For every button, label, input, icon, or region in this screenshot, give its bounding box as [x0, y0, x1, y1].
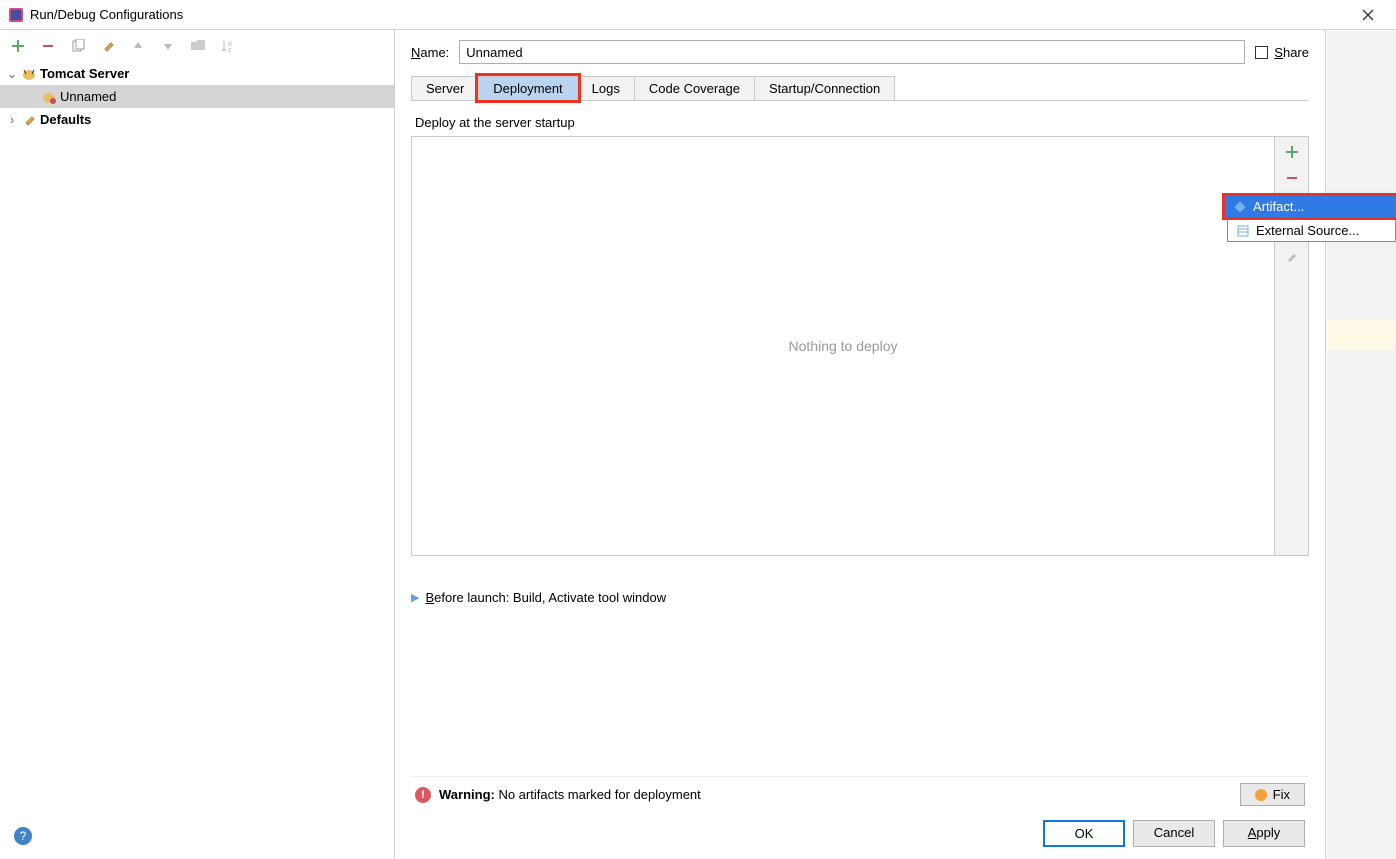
- move-up-button[interactable]: [126, 34, 150, 58]
- tab-server[interactable]: Server: [411, 76, 479, 100]
- right-pane: Name: Share Server Deployment Logs Code …: [395, 30, 1325, 859]
- warning-text: Warning: No artifacts marked for deploym…: [439, 787, 701, 802]
- tab-deployment[interactable]: Deployment: [478, 76, 577, 100]
- tomcat-local-icon: [40, 90, 58, 104]
- help-button[interactable]: ?: [14, 827, 32, 845]
- tomcat-icon: [20, 67, 38, 81]
- tab-logs[interactable]: Logs: [577, 76, 635, 100]
- ok-button[interactable]: OK: [1043, 820, 1125, 847]
- checkbox-icon: [1255, 46, 1268, 59]
- deploy-list[interactable]: Nothing to deploy: [411, 136, 1275, 556]
- config-tree[interactable]: ⌄ Tomcat Server Unnamed › Defaults: [0, 62, 394, 859]
- deploy-add-button[interactable]: [1279, 141, 1305, 163]
- tree-tomcat-server[interactable]: ⌄ Tomcat Server: [0, 62, 394, 85]
- titlebar: Run/Debug Configurations: [0, 0, 1396, 30]
- add-deploy-menu: Artifact...: [1224, 195, 1396, 218]
- close-icon[interactable]: [1348, 1, 1388, 29]
- remove-config-button[interactable]: [36, 34, 60, 58]
- deploy-edit-button[interactable]: [1279, 245, 1305, 267]
- before-launch-section[interactable]: ▶ Before launch: Build, Activate tool wi…: [411, 590, 1309, 605]
- tab-code-coverage[interactable]: Code Coverage: [634, 76, 755, 100]
- tree-defaults[interactable]: › Defaults: [0, 108, 394, 131]
- chevron-down-icon: ⌄: [4, 66, 20, 82]
- wrench-icon: [20, 113, 38, 127]
- window-title: Run/Debug Configurations: [30, 7, 1348, 22]
- menu-artifact[interactable]: Artifact...: [1225, 196, 1395, 217]
- config-tabs: Server Deployment Logs Code Coverage Sta…: [411, 76, 1309, 101]
- name-label: Name:: [411, 45, 449, 60]
- triangle-right-icon: ▶: [411, 591, 419, 604]
- move-down-button[interactable]: [156, 34, 180, 58]
- tab-startup-connection[interactable]: Startup/Connection: [754, 76, 895, 100]
- deploy-empty-text: Nothing to deploy: [789, 338, 898, 354]
- bulb-icon: [1255, 789, 1267, 801]
- fix-button[interactable]: Fix: [1240, 783, 1305, 806]
- name-input[interactable]: [459, 40, 1245, 64]
- sort-button[interactable]: az: [216, 34, 240, 58]
- dialog-buttons: OK Cancel Apply: [411, 812, 1309, 859]
- deploy-remove-button[interactable]: [1279, 167, 1305, 189]
- edit-templates-button[interactable]: [96, 34, 120, 58]
- warning-row: ! Warning: No artifacts marked for deplo…: [411, 776, 1309, 812]
- folder-button[interactable]: [186, 34, 210, 58]
- apply-button[interactable]: Apply: [1223, 820, 1305, 847]
- artifact-icon: [1233, 200, 1247, 214]
- svg-text:z: z: [228, 47, 232, 53]
- app-icon: [8, 7, 24, 23]
- yellow-highlight-strip: [1327, 320, 1395, 350]
- share-checkbox[interactable]: Share: [1255, 45, 1309, 60]
- left-toolbar: az: [0, 30, 394, 62]
- cancel-button[interactable]: Cancel: [1133, 820, 1215, 847]
- background-panel: [1327, 31, 1396, 859]
- add-config-button[interactable]: [6, 34, 30, 58]
- copy-config-button[interactable]: [66, 34, 90, 58]
- left-pane: az ⌄ Tomcat Server Unnamed › Defaults: [0, 30, 395, 859]
- tree-unnamed[interactable]: Unnamed: [0, 85, 394, 108]
- menu-external-source[interactable]: External Source...: [1227, 220, 1396, 242]
- external-icon: [1236, 224, 1250, 238]
- chevron-right-icon: ›: [4, 112, 20, 127]
- deploy-section-label: Deploy at the server startup: [415, 115, 1309, 130]
- warning-icon: !: [415, 787, 431, 803]
